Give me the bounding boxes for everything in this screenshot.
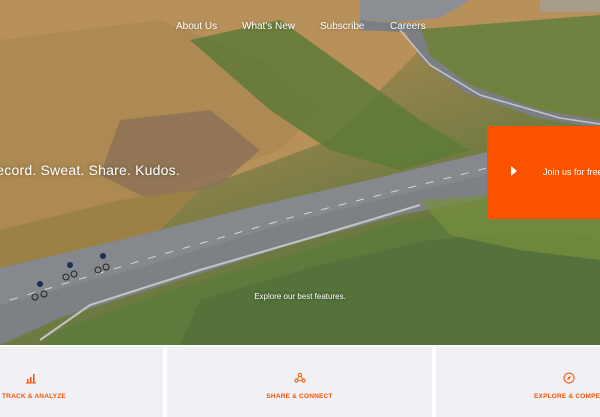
hero-section: About Us What's New Subscribe Careers Re… — [0, 0, 600, 345]
top-navigation: About Us What's New Subscribe Careers — [0, 20, 600, 36]
feature-card-share-connect[interactable]: SHARE & CONNECT — [167, 347, 432, 417]
nav-subscribe-link[interactable]: Subscribe — [320, 20, 364, 34]
nav-about-us-link[interactable]: About Us — [176, 20, 217, 34]
nav-whats-new-link[interactable]: What's New — [242, 20, 295, 34]
hero-headline: Record. Sweat. Share. Kudos. — [0, 162, 180, 178]
feature-label-track-analyze: TRACK & ANALYZE — [2, 393, 66, 400]
people-connect-icon — [294, 372, 306, 383]
feature-card-track-analyze[interactable]: TRACK & ANALYZE — [0, 347, 163, 417]
feature-card-explore-compete[interactable]: EXPLORE & COMPETE — [436, 347, 600, 417]
feature-cards: TRACK & ANALYZE SHARE & CONNECT EXPLORE … — [0, 345, 600, 417]
feature-label-share-connect: SHARE & CONNECT — [266, 393, 333, 400]
page: About Us What's New Subscribe Careers Re… — [0, 0, 600, 417]
bar-chart-icon — [26, 374, 36, 384]
join-cta-button[interactable]: Join us for free — [487, 126, 600, 219]
nav-careers-link[interactable]: Careers — [390, 20, 426, 34]
compass-icon — [563, 372, 575, 384]
feature-label-explore-compete: EXPLORE & COMPETE — [534, 393, 600, 400]
play-arrow-icon — [511, 166, 517, 176]
explore-features-text: Explore our best features. — [254, 292, 346, 301]
join-cta-label: Join us for free — [543, 167, 600, 177]
